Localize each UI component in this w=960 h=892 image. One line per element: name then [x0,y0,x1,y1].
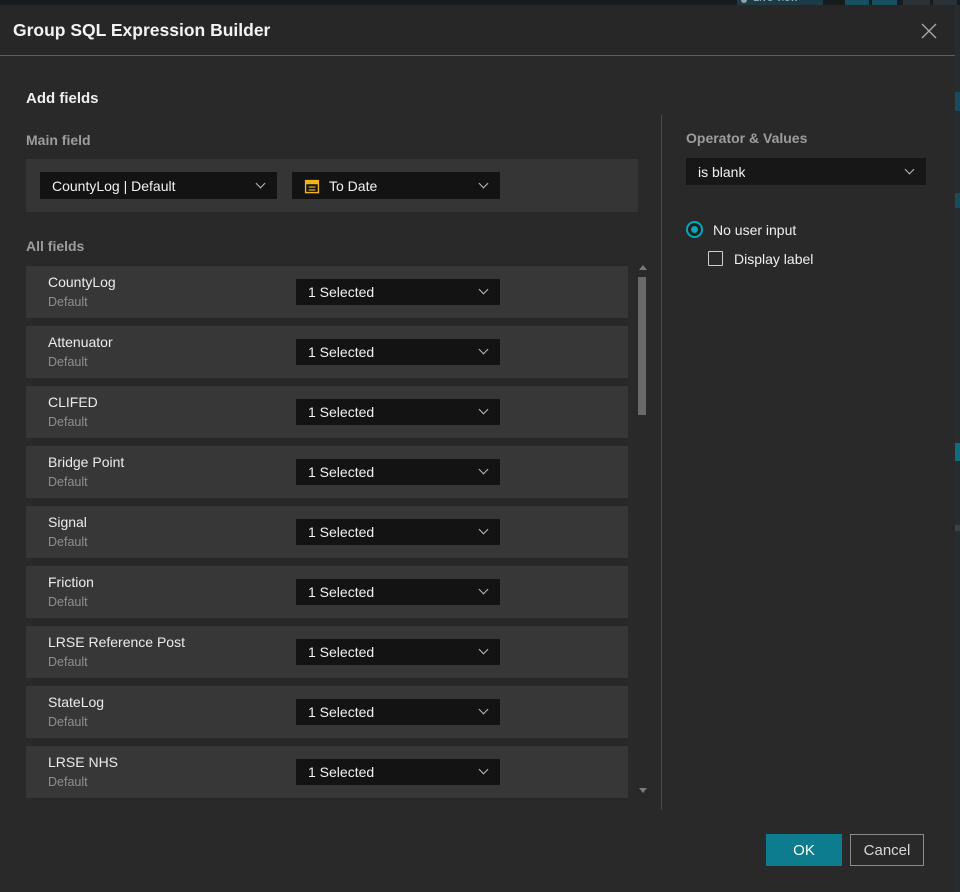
field-selected-value: 1 Selected [308,284,375,300]
close-icon[interactable] [918,20,940,42]
scrollbar-thumb[interactable] [638,277,646,415]
chevron-down-icon [478,344,489,355]
display-label-checkbox[interactable] [708,251,723,266]
field-sub-label: Default [48,415,88,429]
chevron-down-icon [478,584,489,595]
column-divider [661,115,662,810]
field-sub-label: Default [48,715,88,729]
no-user-input-radio[interactable] [686,221,703,238]
field-name: LRSE NHS [48,754,119,770]
no-user-input-label: No user input [713,222,797,238]
dialog-header: Group SQL Expression Builder [0,5,955,56]
field-sub-label: Default [48,535,88,549]
field-sub-label: Default [48,775,88,789]
background-app-right-strip [955,5,960,892]
display-label-label: Display label [734,251,814,267]
chevron-down-icon [478,704,489,715]
chevron-down-icon [478,524,489,535]
field-sub-label: Default [48,655,88,669]
cancel-button[interactable]: Cancel [850,834,924,866]
field-row: CLIFED Default 1 Selected [26,386,628,438]
field-selected-value: 1 Selected [308,764,375,780]
field-selected-dropdown[interactable]: 1 Selected [296,639,500,665]
field-name: CLIFED [48,394,98,410]
ok-button[interactable]: OK [766,834,842,866]
add-fields-heading: Add fields [26,90,99,107]
field-selected-value: 1 Selected [308,524,375,540]
field-selected-dropdown[interactable]: 1 Selected [296,759,500,785]
chevron-down-icon [478,764,489,775]
field-row: LRSE Reference Post Default 1 Selected [26,626,628,678]
chevron-down-icon [478,644,489,655]
date-field-dropdown[interactable]: To Date [292,172,500,199]
field-selected-value: 1 Selected [308,644,375,660]
fields-list-scrollbar[interactable] [637,263,649,795]
field-name: Attenuator [48,334,113,350]
chevron-down-icon [478,464,489,475]
live-view-dot-icon [741,0,747,3]
field-selected-dropdown[interactable]: 1 Selected [296,399,500,425]
field-row: LRSE NHS Default 1 Selected [26,746,628,798]
radio-selected-dot [691,226,698,233]
chevron-down-icon [255,178,266,188]
all-fields-label: All fields [26,238,85,254]
operator-values-label: Operator & Values [686,130,808,146]
chevron-down-icon [904,164,915,174]
field-name: Friction [48,574,94,590]
field-selected-dropdown[interactable]: 1 Selected [296,519,500,545]
field-selected-dropdown[interactable]: 1 Selected [296,339,500,365]
field-name: Signal [48,514,87,530]
field-sub-label: Default [48,355,88,369]
field-selected-value: 1 Selected [308,704,375,720]
dialog-title: Group SQL Expression Builder [13,20,271,40]
field-selected-dropdown[interactable]: 1 Selected [296,699,500,725]
field-name: Bridge Point [48,454,125,470]
chevron-down-icon [478,178,489,188]
field-sub-label: Default [48,595,88,609]
live-view-label: Live view [753,0,798,4]
field-row: Attenuator Default 1 Selected [26,326,628,378]
chevron-down-icon [478,284,489,295]
date-field-dropdown-value: To Date [329,177,378,194]
field-name: LRSE Reference Post [48,634,185,650]
field-row: StateLog Default 1 Selected [26,686,628,738]
main-field-dropdown[interactable]: CountyLog | Default [40,172,277,199]
field-selected-value: 1 Selected [308,584,375,600]
field-name: CountyLog [48,274,116,290]
field-selected-value: 1 Selected [308,464,375,480]
field-selected-dropdown[interactable]: 1 Selected [296,579,500,605]
chevron-down-icon [478,404,489,415]
all-fields-list: CountyLog Default 1 Selected Attenuator … [26,266,628,806]
field-sub-label: Default [48,475,88,489]
scroll-down-icon[interactable] [639,788,647,793]
group-sql-expression-builder-dialog: Group SQL Expression Builder Add fields … [0,5,955,892]
main-field-dropdown-value: CountyLog | Default [52,177,176,194]
field-sub-label: Default [48,295,88,309]
field-row: CountyLog Default 1 Selected [26,266,628,318]
field-selected-dropdown[interactable]: 1 Selected [296,279,500,305]
field-row: Bridge Point Default 1 Selected [26,446,628,498]
scroll-up-icon[interactable] [639,265,647,270]
operator-dropdown-value: is blank [698,163,746,180]
field-selected-dropdown[interactable]: 1 Selected [296,459,500,485]
field-row: Friction Default 1 Selected [26,566,628,618]
field-row: Signal Default 1 Selected [26,506,628,558]
main-field-label: Main field [26,132,91,148]
calendar-icon [304,178,320,194]
field-name: StateLog [48,694,105,710]
field-selected-value: 1 Selected [308,344,375,360]
main-field-panel: CountyLog | Default To Date [26,159,638,212]
field-selected-value: 1 Selected [308,404,375,420]
operator-dropdown[interactable]: is blank [686,158,926,185]
